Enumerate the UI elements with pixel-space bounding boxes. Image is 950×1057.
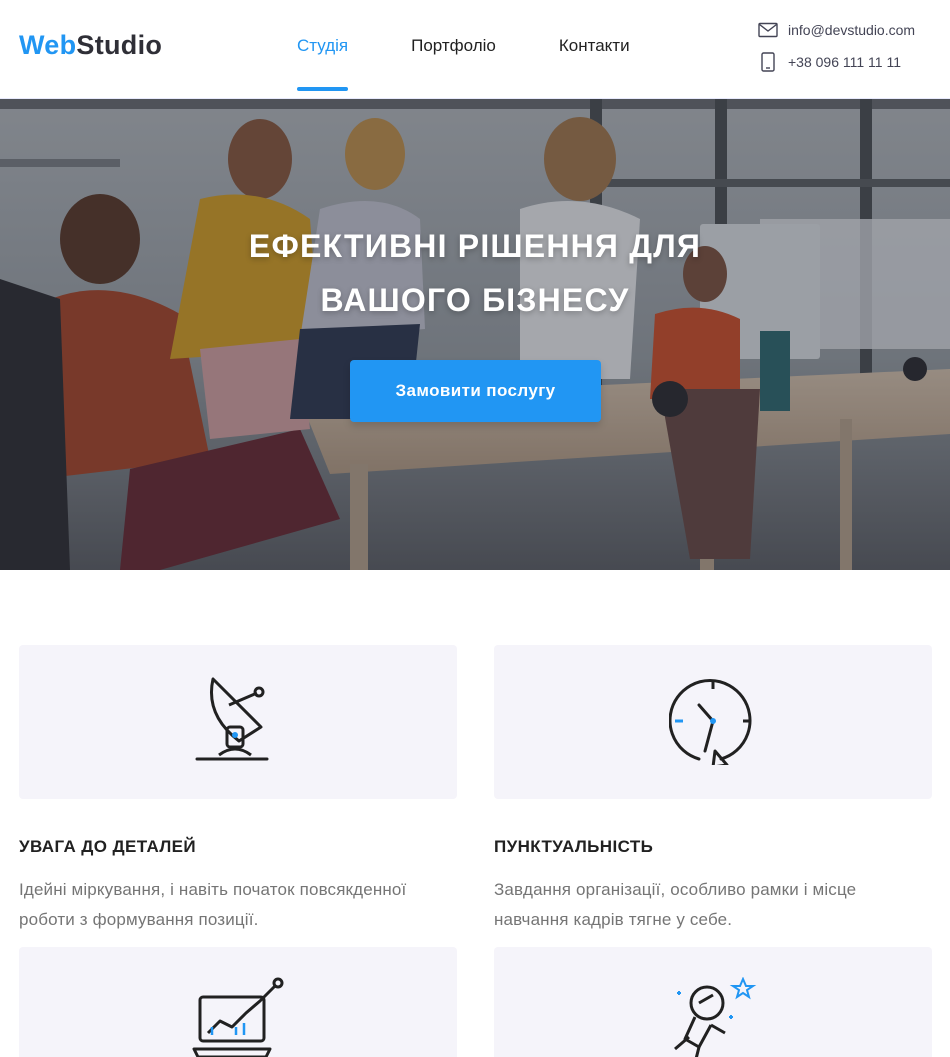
header-contacts: info@devstudio.com +38 096 111 11 11 [758, 18, 915, 74]
hero-background-photo [0, 99, 950, 570]
email-text: info@devstudio.com [788, 22, 916, 38]
order-service-button[interactable]: Замовити послугу [350, 360, 601, 422]
hero-section: Ефективні рішення для вашого бізнесу Зам… [0, 99, 950, 570]
logo[interactable]: WebStudio [19, 30, 162, 61]
hero-title-line-1: Ефективні рішення для [248, 228, 702, 264]
feature-thumb [494, 947, 932, 1057]
feature-text-line-1: Ідейні міркування, і навіть початок повс… [19, 880, 407, 899]
nav-item-contacts[interactable]: Контакти [559, 0, 630, 99]
logo-part-studio: Studio [76, 30, 163, 60]
satellite-dish-icon [195, 675, 281, 770]
feature-title: Увага до деталей [19, 837, 197, 856]
feature-thumb [19, 947, 457, 1057]
astronaut-icon [665, 975, 761, 1057]
phone-text: +38 096 111 11 11 [788, 54, 902, 70]
feature-title: Пунктуальність [494, 837, 654, 856]
hero-title: Ефективні рішення для вашого бізнесу [0, 219, 950, 328]
feature-card-3 [19, 947, 457, 1057]
feature-text: Ідейні міркування, і навіть початок повс… [19, 875, 457, 935]
phone-link[interactable]: +38 096 111 11 11 [758, 50, 915, 74]
nav-item-studio[interactable]: Студія [297, 0, 349, 99]
feature-card-4 [494, 947, 932, 1057]
logo-part-web: Web [19, 30, 77, 60]
feature-text-line-2: роботи з формування позиції. [19, 910, 259, 929]
feature-text-line-2: навчання кадрів тягне у себе. [494, 910, 733, 929]
smartphone-icon [758, 52, 778, 72]
site-header: WebStudio Студія Портфоліо Контакти info… [0, 0, 950, 99]
feature-card-attention: Увага до деталей Ідейні міркування, і на… [19, 645, 457, 935]
feature-thumb [494, 645, 932, 799]
feature-text: Завдання організації, особливо рамки і м… [494, 875, 932, 935]
email-link[interactable]: info@devstudio.com [758, 18, 915, 42]
mail-icon [758, 20, 778, 40]
nav-item-portfolio[interactable]: Портфоліо [411, 0, 496, 99]
monitor-chart-icon [190, 977, 286, 1057]
hero-title-line-2: вашого бізнесу [320, 282, 630, 319]
feature-text-line-1: Завдання організації, особливо рамки і м… [494, 880, 857, 899]
feature-card-punctuality: Пунктуальність Завдання організації, осо… [494, 645, 932, 935]
clock-icon [668, 675, 757, 770]
feature-thumb [19, 645, 457, 799]
main-nav: Студія Портфоліо Контакти [297, 0, 630, 99]
